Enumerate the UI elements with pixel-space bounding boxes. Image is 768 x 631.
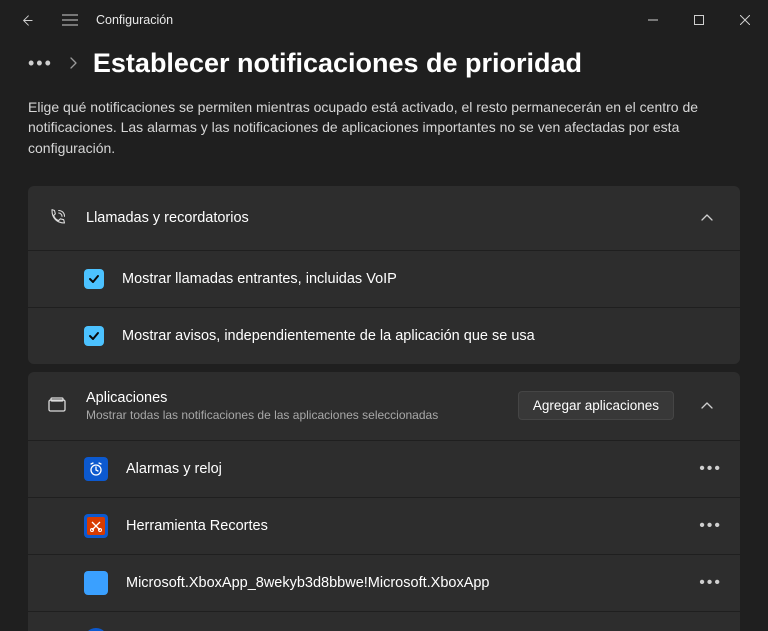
content-area: ••• Establecer notificaciones de priorid… <box>0 40 768 631</box>
apps-title: Aplicaciones <box>86 390 500 406</box>
app-row-xbox[interactable]: Microsoft.XboxApp_8wekyb3d8bbwe!Microsof… <box>28 554 740 611</box>
more-icon[interactable]: ••• <box>699 517 722 535</box>
phone-icon <box>46 208 68 228</box>
page-description: Elige qué notificaciones se permiten mie… <box>28 97 728 158</box>
app-name: Alarmas y reloj <box>126 461 681 477</box>
back-button[interactable] <box>8 2 44 38</box>
app-row-alarms[interactable]: Alarmas y reloj ••• <box>28 440 740 497</box>
option-reminders[interactable]: Mostrar avisos, independientemente de la… <box>28 307 740 364</box>
option-voip-label: Mostrar llamadas entrantes, incluidas Vo… <box>122 271 722 287</box>
checkbox-reminders[interactable] <box>84 326 104 346</box>
apps-icon <box>46 397 68 415</box>
chevron-up-icon <box>692 214 722 222</box>
section-calls-reminders: Llamadas y recordatorios Mostrar llamada… <box>28 186 740 364</box>
add-apps-button[interactable]: Agregar aplicaciones <box>518 391 674 420</box>
chevron-up-icon <box>692 402 722 410</box>
page-title: Establecer notificaciones de prioridad <box>93 48 582 79</box>
app-name: Herramienta Recortes <box>126 518 681 534</box>
more-icon[interactable]: ••• <box>699 460 722 478</box>
calls-title: Llamadas y recordatorios <box>86 210 674 226</box>
apps-header[interactable]: Aplicaciones Mostrar todas las notificac… <box>28 372 740 440</box>
window-title: Configuración <box>96 13 173 27</box>
app-icon-xbox <box>84 571 108 595</box>
option-reminders-label: Mostrar avisos, independientemente de la… <box>122 328 722 344</box>
maximize-button[interactable] <box>676 4 722 36</box>
checkbox-voip[interactable] <box>84 269 104 289</box>
apps-subtitle: Mostrar todas las notificaciones de las … <box>86 408 500 422</box>
titlebar: Configuración <box>0 0 768 40</box>
breadcrumb-ellipsis[interactable]: ••• <box>28 53 53 74</box>
app-row-snipping[interactable]: Herramienta Recortes ••• <box>28 497 740 554</box>
more-icon[interactable]: ••• <box>699 574 722 592</box>
app-icon-alarms <box>84 457 108 481</box>
calls-header[interactable]: Llamadas y recordatorios <box>28 186 740 250</box>
breadcrumb: ••• Establecer notificaciones de priorid… <box>28 48 740 79</box>
section-apps: Aplicaciones Mostrar todas las notificac… <box>28 372 740 631</box>
nav-menu-button[interactable] <box>52 2 88 38</box>
close-button[interactable] <box>722 4 768 36</box>
app-icon-snipping <box>84 514 108 538</box>
option-voip[interactable]: Mostrar llamadas entrantes, incluidas Vo… <box>28 250 740 307</box>
app-name: Microsoft.XboxApp_8wekyb3d8bbwe!Microsof… <box>126 575 681 591</box>
minimize-button[interactable] <box>630 4 676 36</box>
chevron-right-icon <box>69 56 77 72</box>
app-row-nearby-share[interactable]: Uso compartido en proximidad ••• <box>28 611 740 631</box>
